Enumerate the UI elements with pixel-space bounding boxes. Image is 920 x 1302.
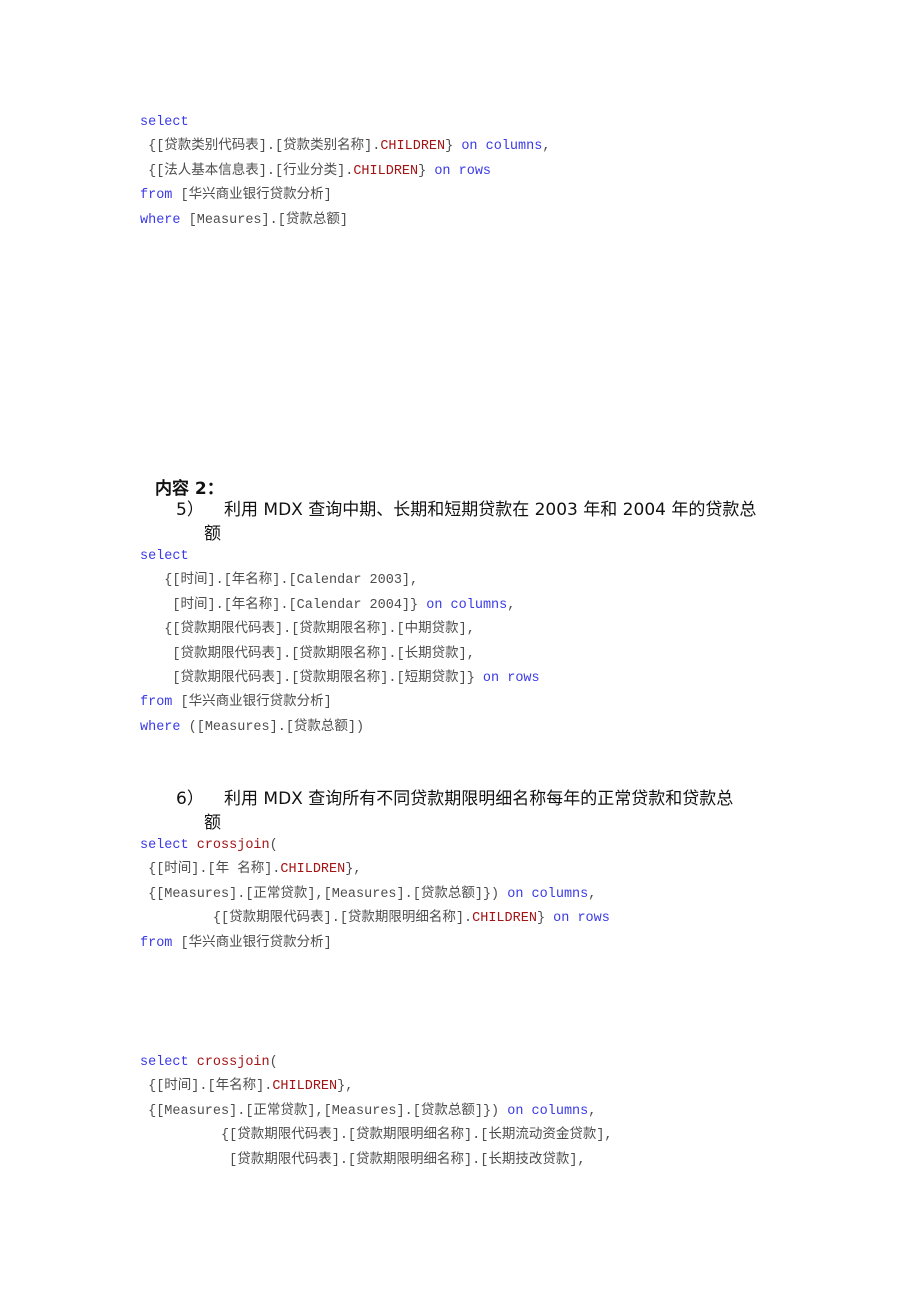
item-number: 6）	[176, 789, 204, 809]
item-text-continuation: 额	[204, 524, 221, 544]
code-line: [时间].[年名称].[Calendar 2004]} on columns,	[140, 594, 540, 618]
code-text: }	[418, 163, 435, 179]
code-text: {[时间].[年 名称].	[140, 862, 281, 878]
code-text: }	[536, 911, 554, 927]
code-line: {[Measures].[正常贷款],[Measures].[贷款总额]}) o…	[140, 883, 610, 907]
code-keyword: where	[140, 212, 181, 228]
code-keyword: on columns	[507, 886, 589, 902]
code-text: [Measures].[贷款总额]	[180, 212, 348, 228]
code-text: ,	[507, 597, 516, 613]
list-item-5: 5） 利用 MDX 查询中期、长期和短期贷款在 2003 年和 2004 年的贷款…	[176, 498, 796, 546]
code-text: ([Measures].[贷款总额])	[180, 719, 365, 735]
code-text: {[贷款期限代码表].[贷款期限名称].[中期贷款],	[140, 622, 475, 638]
code-text: {[Measures].[正常贷款],[Measures].[贷款总额]})	[140, 1103, 508, 1119]
code-text: {[法人基本信息表].[行业分类].	[140, 163, 354, 179]
code-line: {[法人基本信息表].[行业分类].CHILDREN} on rows	[140, 160, 550, 184]
code-keyword: on columns	[461, 139, 543, 155]
code-text: {[Measures].[正常贷款],[Measures].[贷款总额]})	[140, 886, 508, 902]
code-line: {[贷款期限代码表].[贷款期限明细名称].CHILDREN} on rows	[140, 907, 610, 931]
code-line: where [Measures].[贷款总额]	[140, 209, 550, 233]
code-function: CHILDREN	[353, 163, 419, 179]
code-line: select	[140, 111, 550, 135]
code-line: from [华兴商业银行贷款分析]	[140, 184, 550, 208]
code-text: },	[345, 862, 362, 878]
code-line: {[贷款期限代码表].[贷款期限名称].[中期贷款],	[140, 618, 540, 642]
code-function: crossjoin	[196, 838, 270, 853]
code-keyword: select	[140, 838, 189, 853]
code-keyword: from	[140, 935, 173, 951]
code-text: ,	[542, 139, 551, 155]
code-block-3: select crossjoin( {[时间].[年 名称].CHILDREN}…	[140, 834, 610, 956]
code-keyword: select	[140, 115, 189, 130]
code-text: [华兴商业银行贷款分析]	[172, 695, 332, 711]
code-text: [贷款期限代码表].[贷款期限名称].[长期贷款],	[140, 646, 475, 662]
section-heading: 内容 2：	[155, 479, 224, 499]
code-line: {[时间].[年名称].[Calendar 2003],	[140, 569, 540, 593]
code-block-2: select {[时间].[年名称].[Calendar 2003], [时间]…	[140, 545, 540, 740]
code-text: [贷款期限代码表].[贷款期限名称].[短期贷款]}	[140, 670, 483, 686]
code-line: [贷款期限代码表].[贷款期限名称].[长期贷款],	[140, 643, 540, 667]
code-text: {[时间].[年名称].[Calendar 2003],	[140, 573, 419, 589]
code-line: select crossjoin(	[140, 1051, 613, 1075]
code-text: ,	[588, 886, 597, 902]
code-line: {[贷款期限代码表].[贷款期限明细名称].[长期流动资金贷款],	[140, 1124, 613, 1148]
code-text: (	[269, 838, 278, 853]
code-line: {[Measures].[正常贷款],[Measures].[贷款总额]}) o…	[140, 1100, 613, 1124]
code-keyword: from	[140, 695, 173, 711]
code-keyword: on rows	[482, 670, 540, 686]
code-block-1: select {[贷款类别代码表].[贷款类别名称].CHILDREN} on …	[140, 111, 550, 233]
code-keyword: select	[140, 1055, 189, 1070]
item-text: 利用 MDX 查询所有不同贷款期限明细名称每年的正常贷款和贷款总	[224, 789, 734, 809]
code-text: {[贷款类别代码表].[贷款类别名称].	[140, 139, 381, 155]
code-line: {[贷款类别代码表].[贷款类别名称].CHILDREN} on columns…	[140, 135, 550, 159]
code-line: {[时间].[年 名称].CHILDREN},	[140, 858, 610, 882]
code-line: [贷款期限代码表].[贷款期限明细名称].[长期技改贷款],	[140, 1149, 613, 1173]
code-line: select crossjoin(	[140, 834, 610, 858]
code-text: [贷款期限代码表].[贷款期限明细名称].[长期技改贷款],	[140, 1152, 586, 1168]
code-keyword: select	[140, 549, 189, 564]
code-block-4: select crossjoin( {[时间].[年名称].CHILDREN},…	[140, 1051, 613, 1173]
code-keyword: on rows	[553, 911, 610, 927]
code-keyword: on columns	[507, 1103, 589, 1119]
code-text: {[贷款期限代码表].[贷款期限明细名称].[长期流动资金贷款],	[140, 1128, 613, 1144]
code-text: {[时间].[年名称].	[140, 1079, 273, 1095]
item-text-continuation: 额	[204, 813, 221, 833]
code-function: CHILDREN	[280, 862, 346, 878]
code-keyword: where	[140, 719, 181, 735]
item-text: 利用 MDX 查询中期、长期和短期贷款在 2003 年和 2004 年的贷款总	[224, 500, 757, 520]
code-function: crossjoin	[196, 1055, 270, 1070]
code-function: CHILDREN	[272, 1079, 338, 1095]
code-text: [华兴商业银行贷款分析]	[172, 935, 332, 951]
code-line: where ([Measures].[贷款总额])	[140, 716, 540, 740]
code-line: [贷款期限代码表].[贷款期限名称].[短期贷款]} on rows	[140, 667, 540, 691]
list-item-6: 6） 利用 MDX 查询所有不同贷款期限明细名称每年的正常贷款和贷款总 额	[176, 787, 796, 835]
code-text: },	[337, 1079, 354, 1095]
code-line: from [华兴商业银行贷款分析]	[140, 691, 540, 715]
code-line: from [华兴商业银行贷款分析]	[140, 932, 610, 956]
code-text: {[贷款期限代码表].[贷款期限明细名称].	[140, 911, 473, 927]
code-text: }	[445, 139, 462, 155]
code-keyword: from	[140, 188, 173, 204]
code-keyword: on rows	[434, 163, 492, 179]
code-text: [华兴商业银行贷款分析]	[172, 188, 332, 204]
code-line: select	[140, 545, 540, 569]
code-function: CHILDREN	[472, 911, 537, 927]
code-text: (	[269, 1055, 278, 1070]
code-function: CHILDREN	[380, 139, 446, 155]
code-text: ,	[588, 1103, 597, 1119]
item-number: 5）	[176, 500, 204, 520]
code-text: [时间].[年名称].[Calendar 2004]}	[140, 597, 427, 613]
code-line: {[时间].[年名称].CHILDREN},	[140, 1075, 613, 1099]
code-keyword: on columns	[426, 597, 508, 613]
